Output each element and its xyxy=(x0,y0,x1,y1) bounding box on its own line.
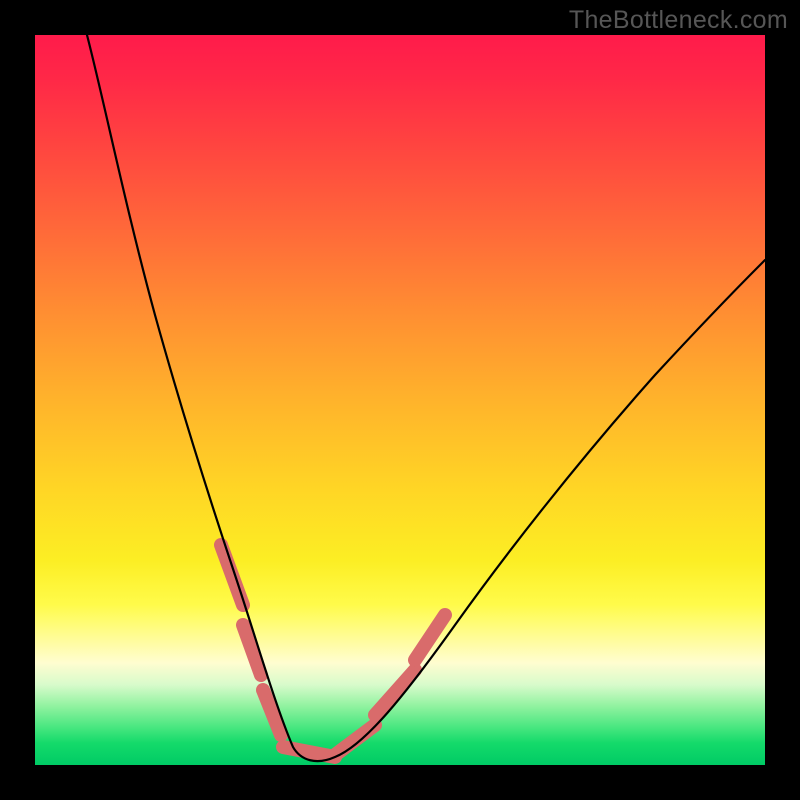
highlight-seg-r3 xyxy=(415,615,445,660)
chart-svg xyxy=(35,35,765,765)
highlight-seg-l1 xyxy=(221,545,243,605)
highlight-seg-bottom xyxy=(283,747,335,757)
watermark-text: TheBottleneck.com xyxy=(569,6,788,35)
highlight-group xyxy=(221,545,445,757)
plot-area xyxy=(35,35,765,765)
highlight-seg-r2 xyxy=(375,670,415,715)
highlight-seg-l3 xyxy=(263,690,281,735)
highlight-seg-r1 xyxy=(335,725,375,755)
chart-frame: TheBottleneck.com xyxy=(0,0,800,800)
